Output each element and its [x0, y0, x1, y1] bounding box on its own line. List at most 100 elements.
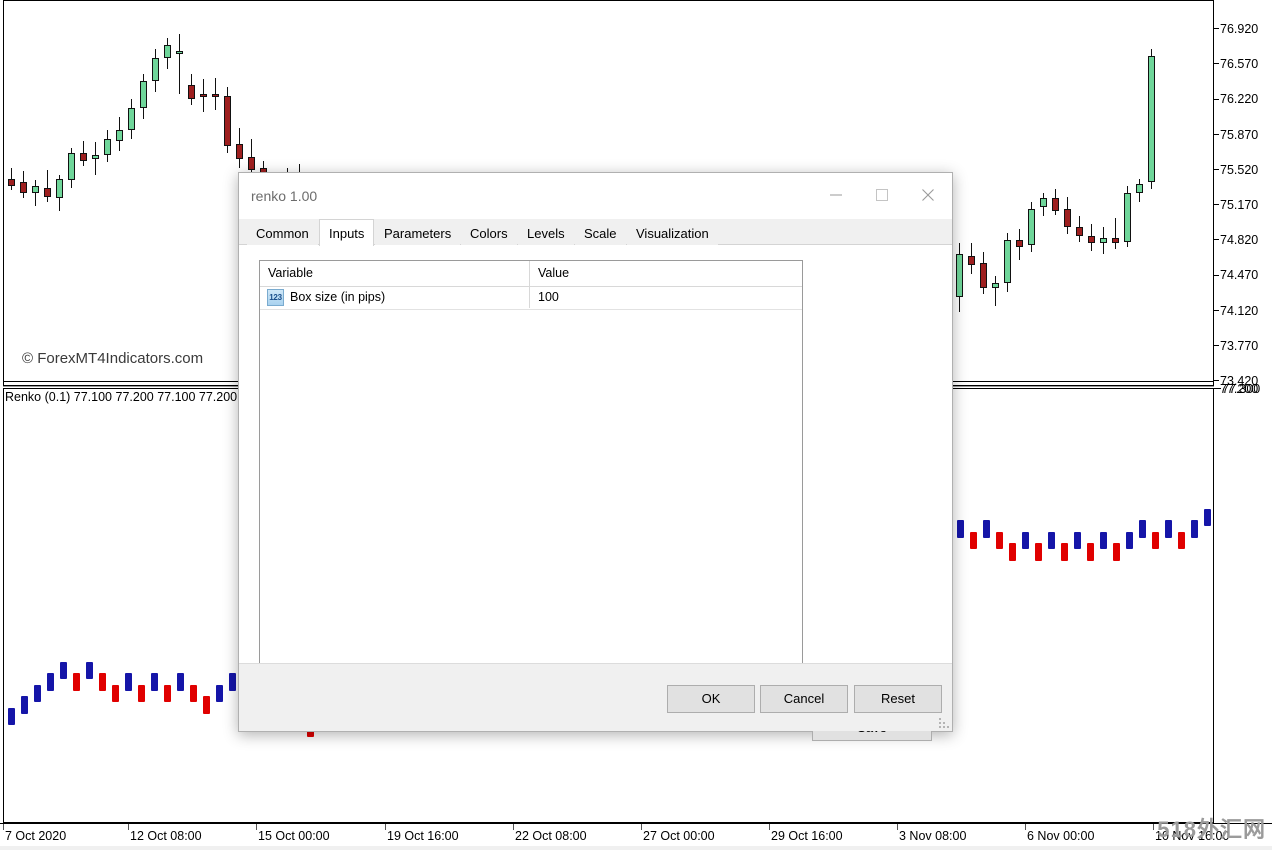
candle: [956, 1, 963, 384]
candle-body: [1136, 184, 1143, 193]
renko-brick: [1113, 543, 1120, 561]
candle-body: [1088, 236, 1095, 243]
maximize-button[interactable]: [860, 173, 906, 219]
candle-body: [68, 153, 75, 180]
renko-brick: [203, 696, 210, 714]
tick-dash: [1214, 310, 1219, 311]
candle: [1016, 1, 1023, 384]
renko-brick: [86, 662, 93, 680]
tab-label: Levels: [527, 226, 565, 241]
candle-body: [164, 45, 171, 58]
tab-parameters[interactable]: Parameters: [375, 221, 460, 246]
tab-scale[interactable]: Scale: [575, 221, 626, 246]
tick-dash: [1214, 28, 1219, 29]
tab-visualization[interactable]: Visualization: [627, 221, 718, 246]
close-icon: [921, 188, 935, 202]
table-row[interactable]: 123 Box size (in pips) 100: [260, 287, 802, 310]
site-watermark: 518外汇网: [1157, 812, 1266, 844]
candle-body: [212, 94, 219, 97]
reset-button[interactable]: Reset: [854, 685, 942, 713]
candle-wick: [995, 276, 996, 307]
resize-grip[interactable]: [938, 717, 949, 728]
number-type-icon: 123: [267, 289, 284, 306]
dialog-body: Variable Value 123 Box size (in pips) 10…: [239, 245, 952, 663]
candle: [1100, 1, 1107, 384]
renko-brick: [99, 673, 106, 691]
dialog-titlebar[interactable]: renko 1.00: [239, 173, 952, 219]
candle: [1040, 1, 1047, 384]
candle-body: [188, 85, 195, 99]
cancel-button[interactable]: Cancel: [760, 685, 848, 713]
minimize-button[interactable]: [814, 173, 860, 219]
tick-dash: [1214, 134, 1219, 135]
renko-brick: [1178, 532, 1185, 550]
tick-text: 76.570: [1220, 57, 1258, 71]
candle: [968, 1, 975, 384]
renko-brick: [112, 685, 119, 703]
candle-body: [1112, 238, 1119, 243]
candle-body: [980, 263, 987, 288]
candle: [8, 1, 15, 384]
candle: [56, 1, 63, 384]
time-tick-label: 3 Nov 08:00: [899, 829, 966, 843]
tab-label: Visualization: [636, 226, 709, 241]
candle-wick: [95, 142, 96, 174]
column-header-variable: Variable: [268, 266, 313, 280]
price-tick-label: 76.920: [1214, 22, 1272, 36]
column-header-value: Value: [538, 266, 569, 280]
time-tick-label: 7 Oct 2020: [5, 829, 66, 843]
renko-brick: [1061, 543, 1068, 561]
close-button[interactable]: [906, 173, 952, 219]
candle: [152, 1, 159, 384]
candle: [1028, 1, 1035, 384]
chart-copyright-watermark: © ForexMT4Indicators.com: [22, 350, 203, 367]
inputs-table[interactable]: Variable Value 123 Box size (in pips) 10…: [259, 260, 803, 670]
price-tick-label: 73.770: [1214, 339, 1272, 353]
candle-body: [224, 96, 231, 146]
indicator-properties-dialog: renko 1.00 CommonInputs Parameters Colors L…: [238, 172, 953, 732]
time-tick-separator: [897, 824, 898, 830]
time-tick-label: 27 Oct 00:00: [643, 829, 715, 843]
candle-body: [200, 94, 207, 97]
renko-brick: [229, 673, 236, 691]
candle-body: [44, 188, 51, 197]
tick-dash: [1214, 99, 1219, 100]
tick-text: 76.220: [1220, 92, 1258, 106]
renko-brick: [34, 685, 41, 703]
tab-common[interactable]: Common: [247, 221, 318, 246]
tick-text: 77.300: [1222, 382, 1260, 396]
renko-brick: [1022, 532, 1029, 550]
renko-brick: [1074, 532, 1081, 550]
renko-brick: [1191, 520, 1198, 538]
renko-brick: [970, 532, 977, 550]
price-tick-label-overlap: 77.300: [1216, 382, 1272, 396]
candle-body: [992, 283, 999, 288]
renko-brick: [47, 673, 54, 691]
price-tick-label: 76.220: [1214, 92, 1272, 106]
dialog-tabstrip: CommonInputs Parameters Colors Levels Scale V…: [239, 219, 952, 245]
tick-dash: [1214, 63, 1219, 64]
candle: [1076, 1, 1083, 384]
candle: [1148, 1, 1155, 384]
candle: [68, 1, 75, 384]
grip-dot: [947, 726, 949, 728]
tab-label: Parameters: [384, 226, 451, 241]
input-value-field[interactable]: 100: [538, 290, 559, 304]
renko-brick: [1126, 532, 1133, 550]
candle: [116, 1, 123, 384]
price-scale-axis[interactable]: 76.92076.57076.22075.87075.52075.17074.8…: [1214, 0, 1272, 823]
candle: [1136, 1, 1143, 384]
tab-label: Colors: [470, 226, 508, 241]
time-tick-separator: [1153, 824, 1154, 830]
candle-body: [104, 139, 111, 155]
tab-colors[interactable]: Colors: [461, 221, 517, 246]
candle-body: [1076, 227, 1083, 236]
minimize-icon: [829, 188, 843, 202]
tab-levels[interactable]: Levels: [518, 221, 574, 246]
tab-inputs[interactable]: Inputs: [319, 219, 374, 246]
time-tick-separator: [385, 824, 386, 830]
tab-label: Scale: [584, 226, 617, 241]
ok-button[interactable]: OK: [667, 685, 755, 713]
renko-brick: [216, 685, 223, 703]
candle-body: [968, 256, 975, 265]
